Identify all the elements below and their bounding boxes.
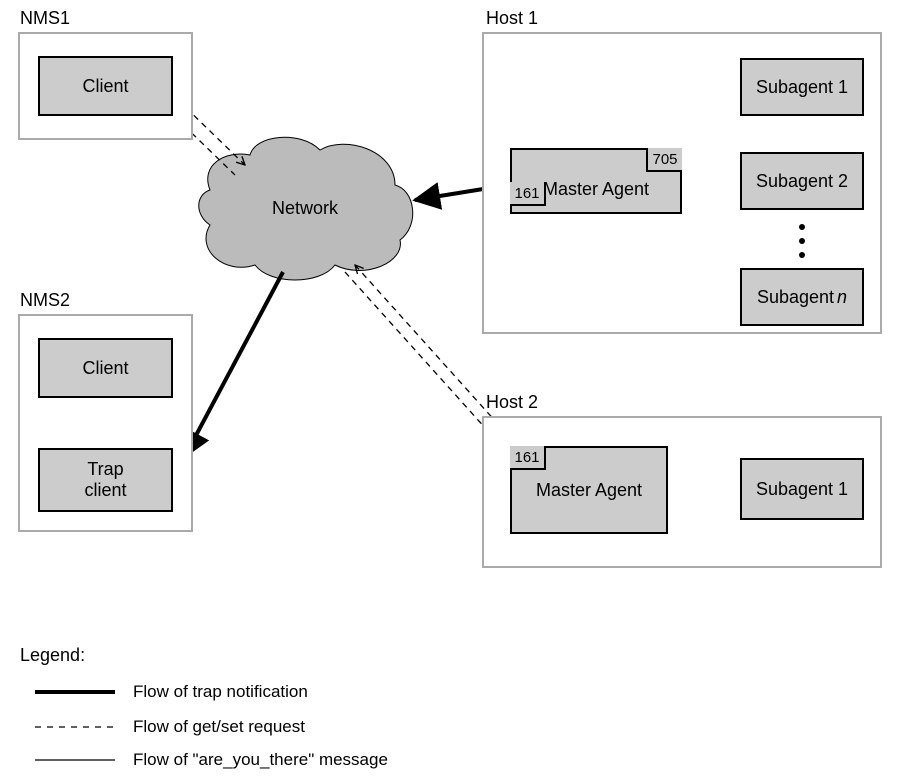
host1-subn: Subagent n <box>740 268 864 326</box>
legend-ayt: Flow of "are_you_there" message <box>133 750 388 770</box>
network-label: Network <box>272 198 338 219</box>
nms2-client: Client <box>38 338 173 398</box>
nms1-client: Client <box>38 56 173 116</box>
legend-title: Legend: <box>20 645 85 666</box>
legend-trap: Flow of trap notification <box>133 682 308 702</box>
ellipsis-dot <box>799 252 805 258</box>
host1-sub1: Subagent 1 <box>740 58 864 116</box>
host2-title: Host 2 <box>486 392 538 413</box>
nms1-title: NMS1 <box>20 8 70 29</box>
host2-port161: 161 <box>510 446 546 470</box>
host1-port161: 161 <box>510 182 546 206</box>
host1-port705: 705 <box>646 148 682 172</box>
ellipsis-dot <box>799 224 805 230</box>
ellipsis-dot <box>799 238 805 244</box>
host1-title: Host 1 <box>486 8 538 29</box>
nms2-title: NMS2 <box>20 290 70 311</box>
legend-getset: Flow of get/set request <box>133 717 305 737</box>
host1-sub2: Subagent 2 <box>740 152 864 210</box>
host2-sub1: Subagent 1 <box>740 458 864 520</box>
nms2-trap-client: Trap client <box>38 448 173 512</box>
